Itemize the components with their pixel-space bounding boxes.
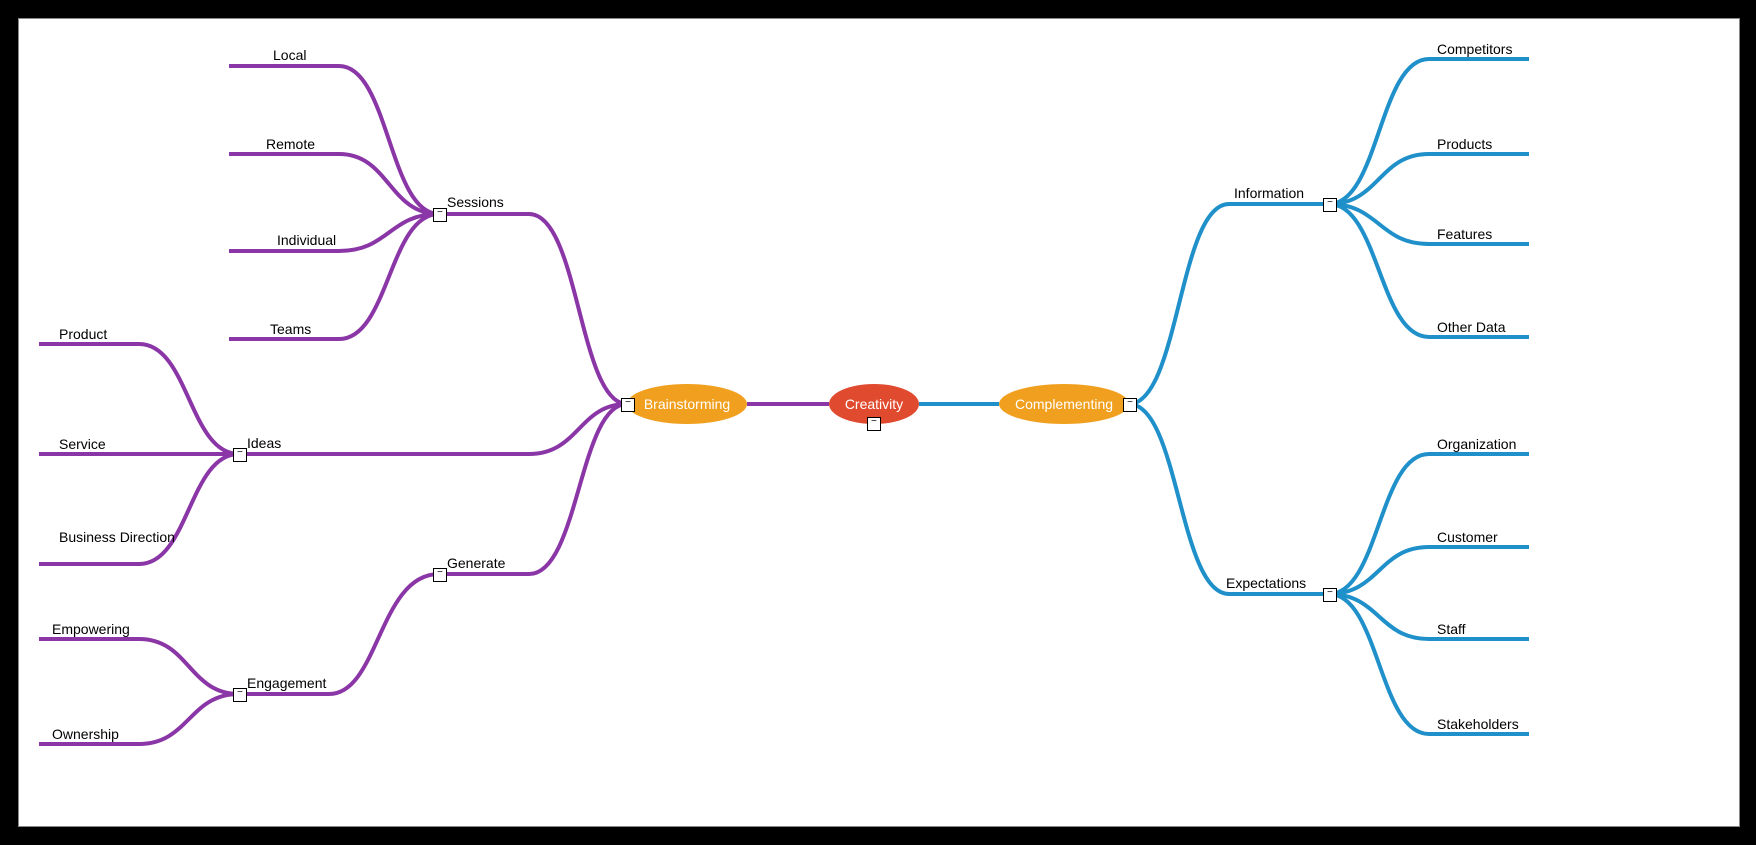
product-label[interactable]: Product (59, 326, 107, 342)
edge-empowering (39, 639, 239, 694)
toggle-information[interactable]: − (1323, 198, 1337, 212)
toggle-brainstorming[interactable]: − (621, 398, 635, 412)
teams-label[interactable]: Teams (270, 321, 311, 337)
remote-label[interactable]: Remote (266, 136, 315, 152)
products-label[interactable]: Products (1437, 136, 1492, 152)
mindmap-canvas[interactable]: { "colors": { "left": "#8b36a6", "right"… (18, 18, 1740, 827)
edge-generate (439, 404, 627, 574)
edge-local (229, 66, 439, 214)
bizdir-label[interactable]: Business Direction (59, 529, 179, 545)
toggle-complementing[interactable]: − (1123, 398, 1137, 412)
complementing-label: Complementing (1014, 396, 1114, 412)
toggle-sessions[interactable]: − (433, 208, 447, 222)
local-label[interactable]: Local (273, 47, 306, 63)
toggle-root[interactable]: − (867, 417, 881, 431)
expectations-label[interactable]: Expectations (1226, 575, 1306, 591)
edge-competitors (1329, 59, 1529, 204)
edge-expectations (1129, 404, 1329, 594)
root-label: Creativity (842, 396, 906, 412)
engagement-label[interactable]: Engagement (247, 675, 326, 691)
edge-sessions (439, 214, 627, 404)
edge-otherdata (1329, 204, 1529, 337)
edge-organization (1329, 454, 1529, 594)
empowering-label[interactable]: Empowering (52, 621, 130, 637)
staff-label[interactable]: Staff (1437, 621, 1466, 637)
generate-label[interactable]: Generate (447, 555, 505, 571)
edge-bizdir (39, 454, 239, 564)
customer-label[interactable]: Customer (1437, 529, 1498, 545)
information-label[interactable]: Information (1234, 185, 1304, 201)
edge-information (1129, 204, 1329, 404)
competitors-label[interactable]: Competitors (1437, 41, 1512, 57)
toggle-expectations[interactable]: − (1323, 588, 1337, 602)
otherdata-label[interactable]: Other Data (1437, 319, 1505, 335)
brainstorming-label: Brainstorming (640, 396, 734, 412)
toggle-generate[interactable]: − (433, 568, 447, 582)
sessions-label[interactable]: Sessions (447, 194, 504, 210)
ownership-label[interactable]: Ownership (52, 726, 119, 742)
ideas-label[interactable]: Ideas (247, 435, 281, 451)
edge-stakeholders (1329, 594, 1529, 734)
edge-ideas (239, 404, 627, 454)
service-label[interactable]: Service (59, 436, 106, 452)
organization-label[interactable]: Organization (1437, 436, 1516, 452)
features-label[interactable]: Features (1437, 226, 1492, 242)
toggle-ideas[interactable]: − (233, 448, 247, 462)
individual-label[interactable]: Individual (277, 232, 336, 248)
stakeholders-label[interactable]: Stakeholders (1437, 716, 1519, 732)
toggle-engagement[interactable]: − (233, 688, 247, 702)
